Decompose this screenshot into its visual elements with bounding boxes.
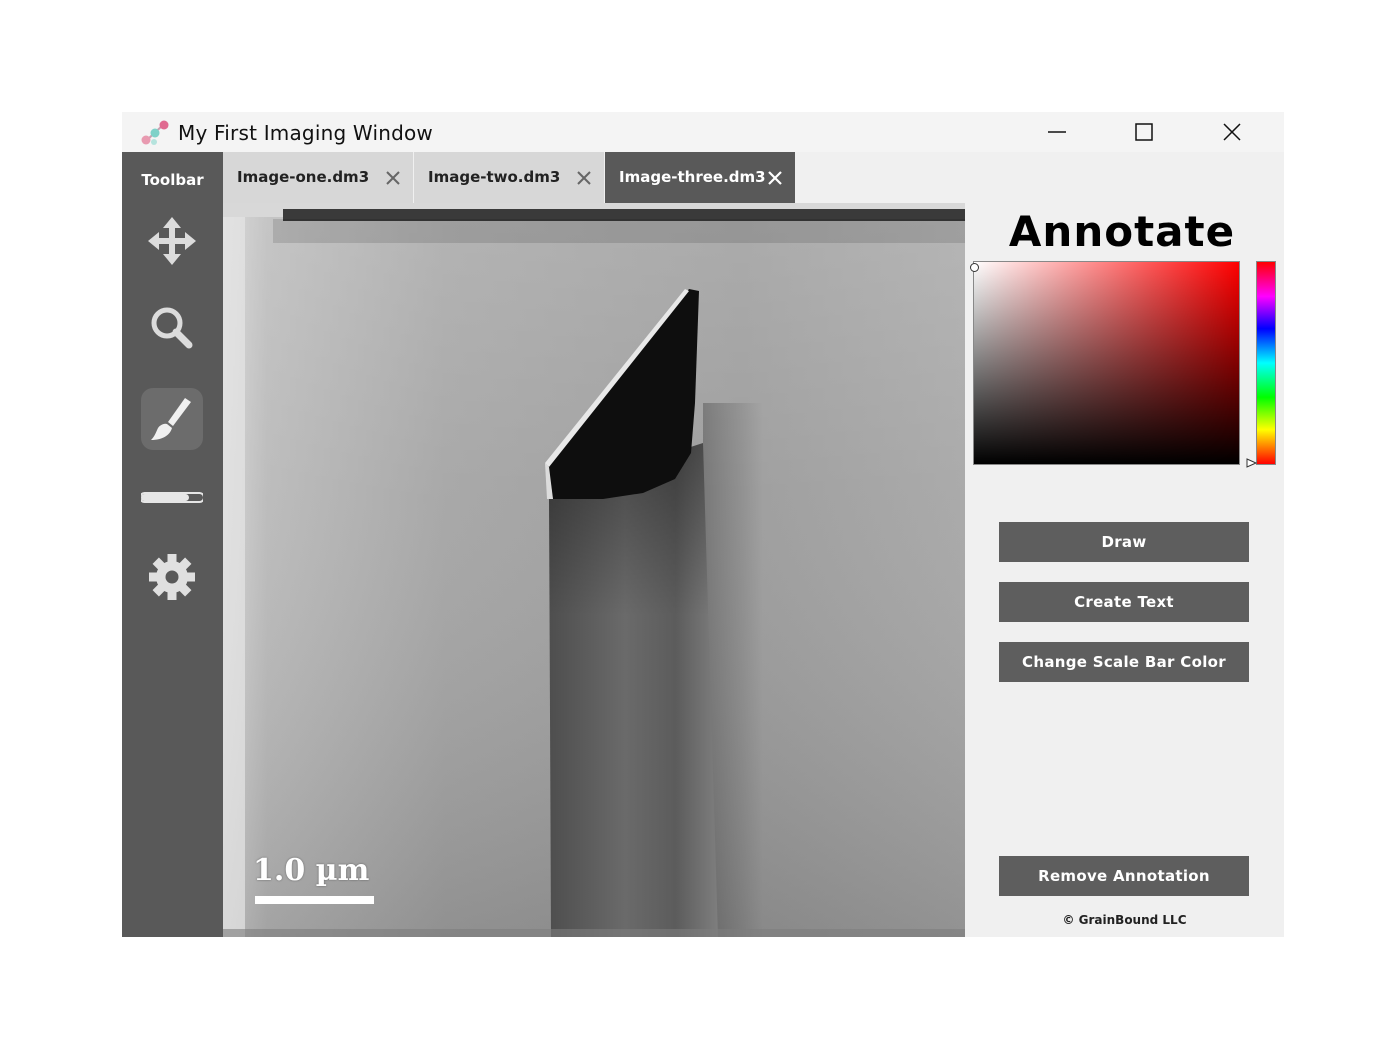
hue-slider[interactable] (1256, 261, 1276, 465)
panel-title: Annotate (1008, 207, 1236, 256)
scale-bar-label: 1.0 µm (253, 853, 370, 888)
title-bar[interactable]: My First Imaging Window (122, 112, 1284, 152)
move-tool-button[interactable] (141, 210, 203, 272)
magnifier-icon (151, 307, 193, 349)
image-tab-strip: Image-one.dm3 Image-two.dm3 Image-three.… (223, 152, 965, 203)
toolbar-sidebar: Toolbar (122, 152, 223, 937)
maximize-button[interactable] (1114, 112, 1174, 152)
app-logo-icon (141, 120, 169, 145)
minimize-button[interactable] (1027, 112, 1087, 152)
draw-button[interactable]: Draw (999, 522, 1249, 562)
saturation-value-picker[interactable] (973, 261, 1240, 465)
color-picker-handle[interactable] (970, 263, 979, 272)
app-window: My First Imaging Window Toolbar Image-on… (122, 112, 1284, 937)
move-arrows-icon (148, 217, 196, 265)
tab-label: Image-two.dm3 (428, 168, 561, 186)
close-icon (1223, 123, 1241, 141)
tab-label: Image-three.dm3 (619, 168, 766, 186)
close-tab-icon[interactable] (386, 171, 400, 185)
gear-icon (149, 554, 195, 600)
annotate-panel: Annotate Draw Create Text Change Scale B… (965, 203, 1284, 937)
window-title: My First Imaging Window (178, 121, 433, 145)
maximize-icon (1135, 123, 1153, 141)
brush-icon (151, 398, 191, 440)
change-scale-bar-color-button[interactable]: Change Scale Bar Color (999, 642, 1249, 682)
settings-tool-button[interactable] (141, 546, 203, 608)
tab-image-two[interactable]: Image-two.dm3 (414, 152, 604, 203)
tab-image-three[interactable]: Image-three.dm3 (605, 152, 795, 203)
tab-image-one[interactable]: Image-one.dm3 (223, 152, 413, 203)
micrograph-image (223, 203, 965, 937)
scale-bar-icon (141, 492, 203, 503)
create-text-button[interactable]: Create Text (999, 582, 1249, 622)
tab-label: Image-one.dm3 (237, 168, 370, 186)
copyright-text: © GrainBound LLC (1062, 913, 1187, 927)
annotate-tool-button[interactable] (141, 388, 203, 450)
scale-bar[interactable] (255, 896, 374, 904)
hue-slider-handle[interactable] (1246, 458, 1258, 468)
remove-annotation-button[interactable]: Remove Annotation (999, 856, 1249, 896)
image-viewer[interactable]: 1.0 µm (223, 203, 965, 937)
scale-bar-tool-button[interactable] (141, 466, 203, 528)
toolbar-title: Toolbar (141, 171, 204, 189)
minimize-icon (1048, 131, 1066, 133)
close-tab-icon[interactable] (768, 171, 782, 185)
close-tab-icon[interactable] (577, 171, 591, 185)
zoom-tool-button[interactable] (141, 297, 203, 359)
close-button[interactable] (1202, 112, 1262, 152)
